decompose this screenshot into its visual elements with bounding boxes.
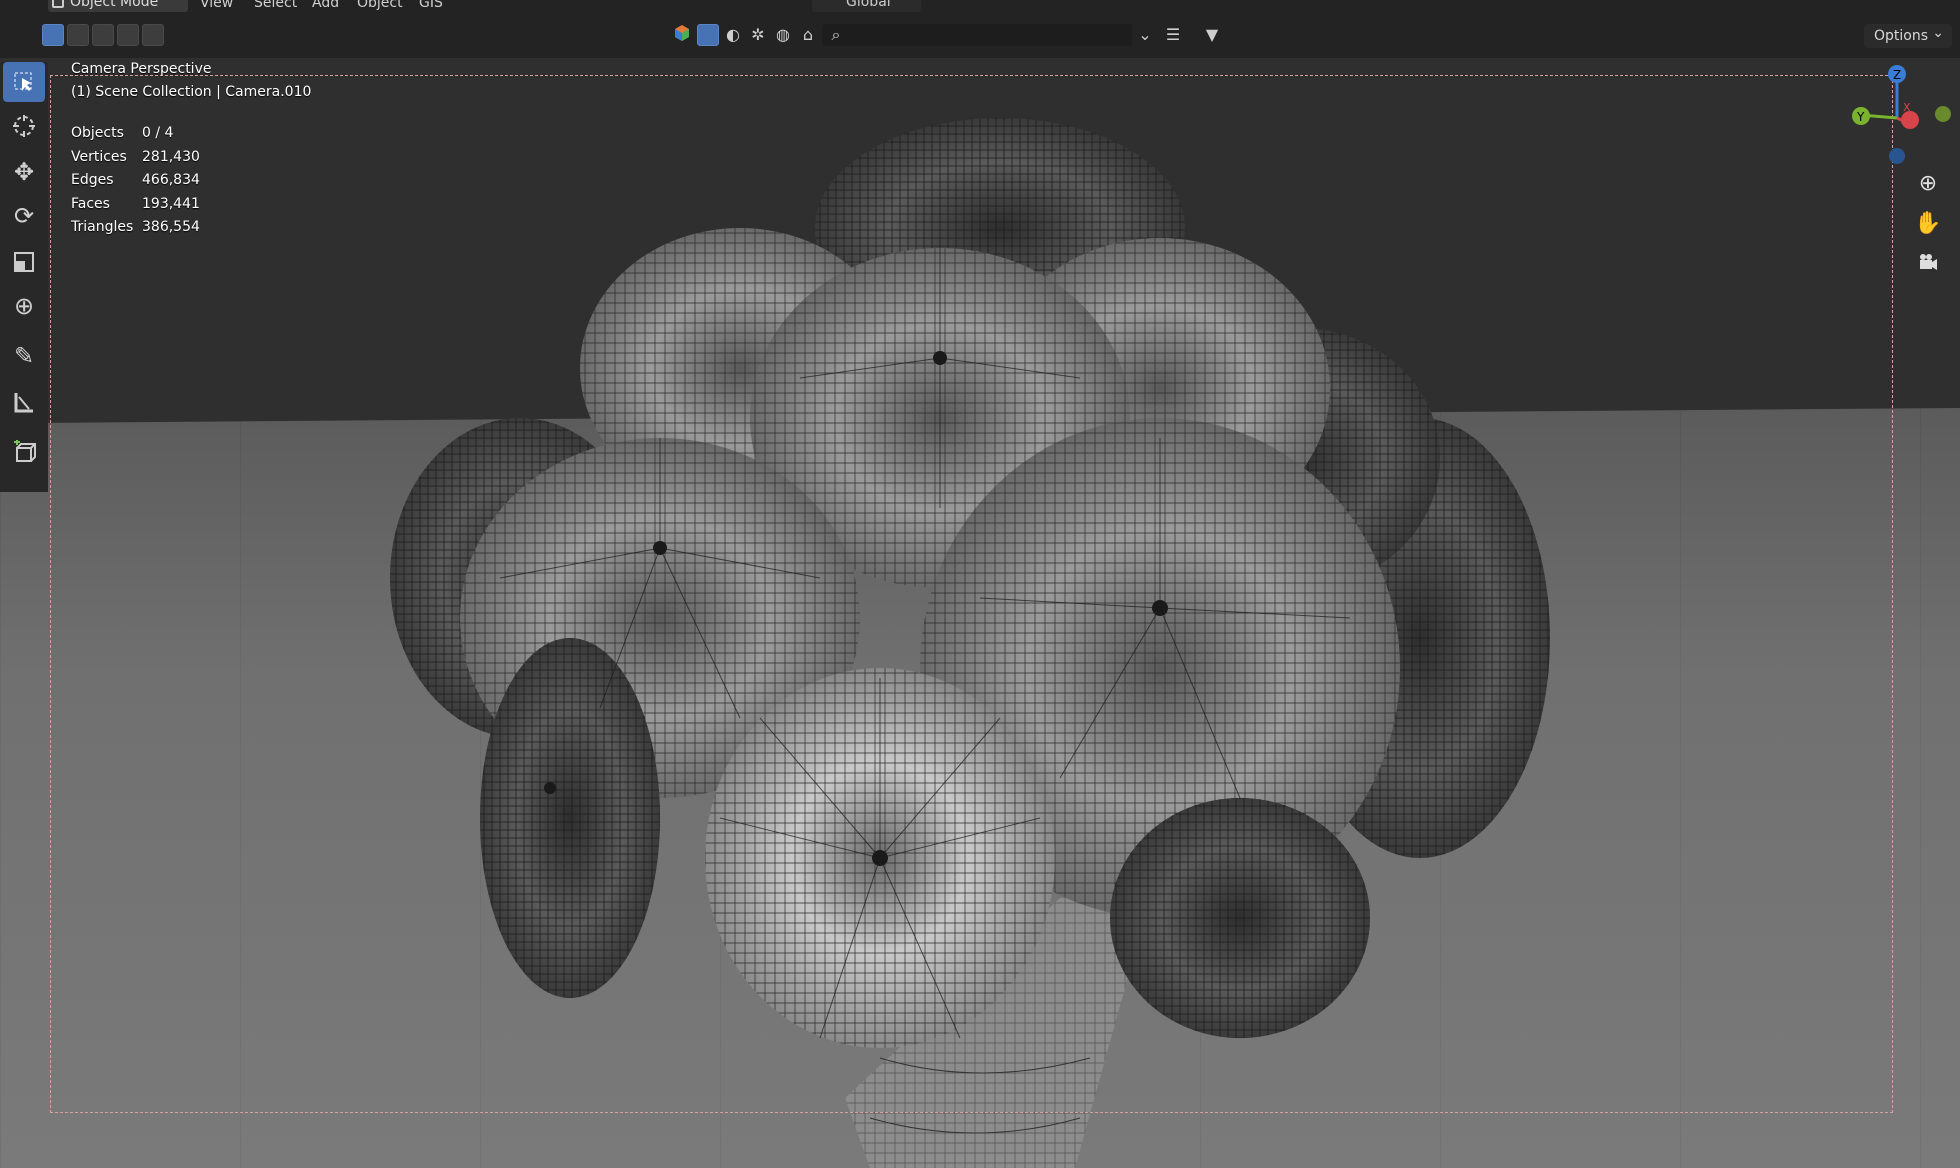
solid-shading-icon[interactable]: ◐: [722, 24, 744, 46]
viewport-header: ◐ ✲ ◍ ⌂ ⌕ ⌄ ☰ ▼ Options: [0, 12, 1960, 58]
rotate-icon[interactable]: ⟳: [3, 196, 45, 236]
scale-icon[interactable]: [3, 242, 45, 282]
menu-object[interactable]: Object: [357, 0, 403, 10]
select-box-icon[interactable]: [3, 62, 45, 102]
add-cube-icon[interactable]: [3, 432, 45, 472]
select-box-toggle[interactable]: [697, 24, 719, 46]
camera-frame: [50, 75, 1893, 1113]
menu-view[interactable]: View: [200, 0, 233, 10]
move-icon[interactable]: ✥: [3, 152, 45, 192]
menu-add[interactable]: Add: [312, 0, 339, 10]
stat-row-edges: Edges 466,834: [71, 172, 200, 188]
transform-orientation[interactable]: Global: [812, 0, 921, 12]
select-subtract-button[interactable]: [92, 24, 114, 46]
view-dropdown-icon[interactable]: ⌄: [1134, 24, 1156, 46]
stat-row-triangles: Triangles 386,554: [71, 219, 200, 235]
select-extend-button[interactable]: [67, 24, 89, 46]
scene-icon[interactable]: ⌂: [797, 24, 819, 46]
stat-row-objects: Objects 0 / 4: [71, 125, 174, 141]
view-title: Camera Perspective: [71, 61, 212, 77]
orientation-label: Global: [846, 0, 891, 10]
menu-bar: Object Mode View Select Add Object GIS G…: [0, 0, 1960, 12]
cursor-icon[interactable]: [3, 106, 45, 146]
select-new-button[interactable]: [42, 24, 64, 46]
stat-row-faces: Faces 193,441: [71, 195, 200, 212]
options-button[interactable]: Options: [1863, 21, 1952, 48]
filter-icon[interactable]: ▼: [1201, 24, 1223, 46]
tool-shelf: ✥ ⟳ ⊕ ✎: [0, 62, 48, 492]
transform-icon[interactable]: ⊕: [3, 286, 45, 326]
scene-statistics: Objects 0 / 4 Vertices 281,430 Edges 466,83…: [71, 122, 200, 240]
annotate-icon[interactable]: ✎: [3, 336, 45, 376]
mode-label: Object Mode: [70, 0, 159, 10]
zoom-icon[interactable]: ⊕: [1911, 166, 1945, 200]
collection-info: (1) Scene Collection | Camera.010: [71, 84, 312, 100]
object-types-icon[interactable]: [671, 24, 693, 46]
axis-y-label: Y: [1856, 110, 1865, 124]
search-input[interactable]: [822, 24, 1132, 46]
axis-x-label: X: [1903, 101, 1911, 114]
hand-pan-icon[interactable]: ✋: [1911, 206, 1945, 240]
mode-selector[interactable]: Object Mode: [48, 0, 189, 12]
measure-icon[interactable]: [3, 382, 45, 422]
select-invert-button[interactable]: [117, 24, 139, 46]
axis-z-label: Z: [1893, 68, 1901, 82]
material-icon[interactable]: ✲: [747, 24, 769, 46]
render-icon[interactable]: ◍: [772, 24, 794, 46]
3d-viewport[interactable]: Camera Perspective (1) Scene Collection …: [0, 58, 1960, 1168]
stat-row-vertices: Vertices 281,430: [71, 148, 200, 165]
navigation-gizmo[interactable]: Z Y X ⊕ ✋: [1820, 58, 1960, 298]
search-icon: ⌕: [831, 25, 841, 44]
object-mode-icon: [52, 0, 64, 8]
axis-gizmo[interactable]: Z Y X: [1820, 58, 1960, 178]
select-intersect-button[interactable]: [142, 24, 164, 46]
menu-gis[interactable]: GIS: [419, 0, 443, 10]
outliner-filter-icon[interactable]: ☰: [1162, 24, 1184, 46]
menu-select[interactable]: Select: [254, 0, 297, 10]
camera-view-icon[interactable]: [1911, 246, 1945, 280]
options-label: Options: [1873, 28, 1928, 44]
